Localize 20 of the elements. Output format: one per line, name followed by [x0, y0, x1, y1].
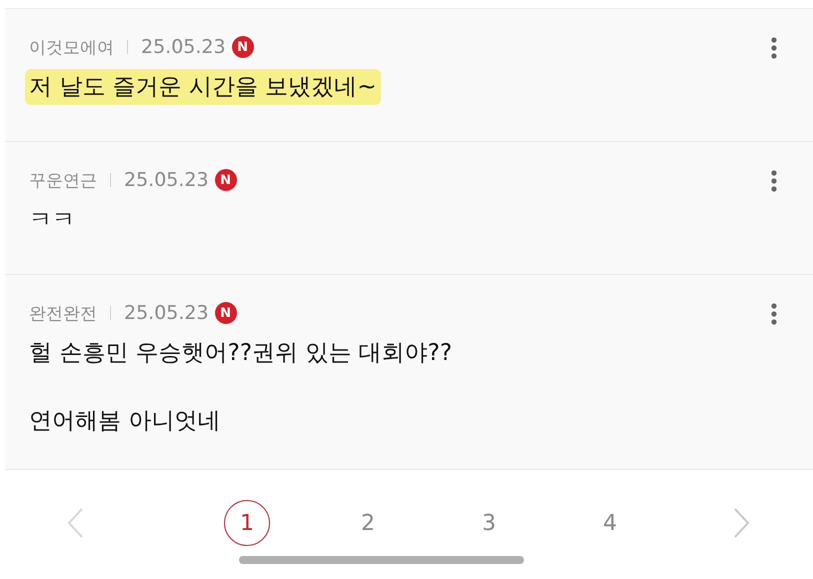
page-button[interactable]: 2 [345, 500, 391, 546]
comment-date: 25.05.23 [124, 302, 209, 324]
new-badge: N [214, 169, 237, 191]
more-options-icon[interactable] [771, 170, 777, 192]
page-button[interactable]: 3 [466, 500, 512, 546]
new-badge: N [214, 302, 237, 324]
more-options-icon[interactable] [771, 37, 777, 59]
comment-date: 25.05.23 [141, 36, 226, 58]
comment-author: 완전완전 [29, 302, 97, 324]
comment-date: 25.05.23 [124, 169, 209, 191]
comment-text: 연어해봄 아니엇네 [28, 407, 222, 436]
comment-author: 꾸운연근 [29, 170, 97, 192]
comment-text: ㅋㅋ [28, 206, 76, 235]
comment-text: 헐 손흥민 우승햇어??권위 있는 대회야?? [28, 339, 454, 368]
comment-text: 저 날도 즐거운 시간을 보냈겠네~ [25, 69, 381, 105]
page-button[interactable]: 4 [587, 500, 633, 546]
more-options-icon[interactable] [771, 303, 777, 325]
comment-author: 이것모에여 [29, 36, 114, 58]
new-badge: N [232, 36, 254, 58]
page-button[interactable]: 1 [224, 500, 270, 546]
